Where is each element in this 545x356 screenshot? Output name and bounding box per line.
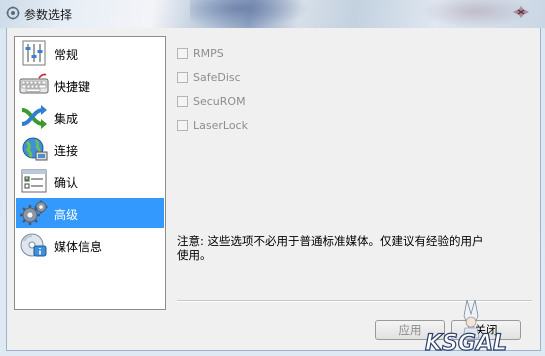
advanced-note: 注意: 这些选项不必用于普通标准媒体。仅建议有经验的用户 使用。 <box>177 234 517 262</box>
dialog-client-area: 常规 快捷键 集成 连接 确认 高级 媒体信息 RMPS SafeDisc Se… <box>6 28 541 354</box>
sidebar-item-hotkeys[interactable]: 快捷键 <box>16 70 164 100</box>
option-label: SafeDisc <box>193 71 241 84</box>
preferences-window: 参数选择 常规 快捷键 集成 连接 确认 高级 媒体信息 RMPS SafeDi… <box>0 0 545 356</box>
sidebar-item-label: 高级 <box>54 208 79 222</box>
apply-button[interactable]: 应用 <box>375 320 445 340</box>
sidebar-item-label: 连接 <box>54 144 79 158</box>
rmps-checkbox[interactable] <box>177 48 188 59</box>
gears-icon <box>20 200 48 225</box>
sidebar-item-advanced[interactable]: 高级 <box>16 198 164 228</box>
checklist-window-icon <box>21 169 47 193</box>
option-label: RMPS <box>193 47 224 60</box>
title-bar[interactable]: 参数选择 <box>0 0 545 28</box>
option-label: LaserLock <box>193 119 248 132</box>
sidebar-item-label: 集成 <box>54 112 79 126</box>
sidebar-item-general[interactable]: 常规 <box>16 38 164 68</box>
keyboard-icon <box>19 73 49 94</box>
shuffle-icon <box>21 105 47 129</box>
title-bar-artwork <box>190 0 310 28</box>
sidebar-item-label: 媒体信息 <box>54 240 103 254</box>
window-title: 参数选择 <box>24 8 73 22</box>
securom-checkbox[interactable] <box>177 96 188 107</box>
sidebar-item-label: 常规 <box>54 48 79 62</box>
sidebar-item-integration[interactable]: 集成 <box>16 102 164 132</box>
disc-info-icon <box>20 233 47 257</box>
sidebar-item-connection[interactable]: 连接 <box>16 134 164 164</box>
sidebar-item-confirmation[interactable]: 确认 <box>16 166 164 196</box>
close-button[interactable]: 关闭 <box>451 320 521 340</box>
option-label: SecuROM <box>193 95 246 108</box>
divider <box>177 300 532 302</box>
sliders-icon <box>22 40 46 66</box>
category-list[interactable]: 常规 快捷键 集成 连接 确认 高级 媒体信息 <box>14 36 166 310</box>
laserlock-checkbox[interactable] <box>177 120 188 131</box>
note-line-1: 注意: 这些选项不必用于普通标准媒体。仅建议有经验的用户 <box>177 234 484 248</box>
sidebar-item-media-info[interactable]: 媒体信息 <box>16 230 164 260</box>
globe-network-icon <box>22 137 48 161</box>
sidebar-item-label: 确认 <box>54 176 79 190</box>
note-line-2: 使用。 <box>177 248 212 262</box>
sidebar-item-label: 快捷键 <box>54 80 91 94</box>
close-icon[interactable] <box>510 5 532 19</box>
safedisc-checkbox[interactable] <box>177 72 188 83</box>
app-icon <box>6 6 20 20</box>
